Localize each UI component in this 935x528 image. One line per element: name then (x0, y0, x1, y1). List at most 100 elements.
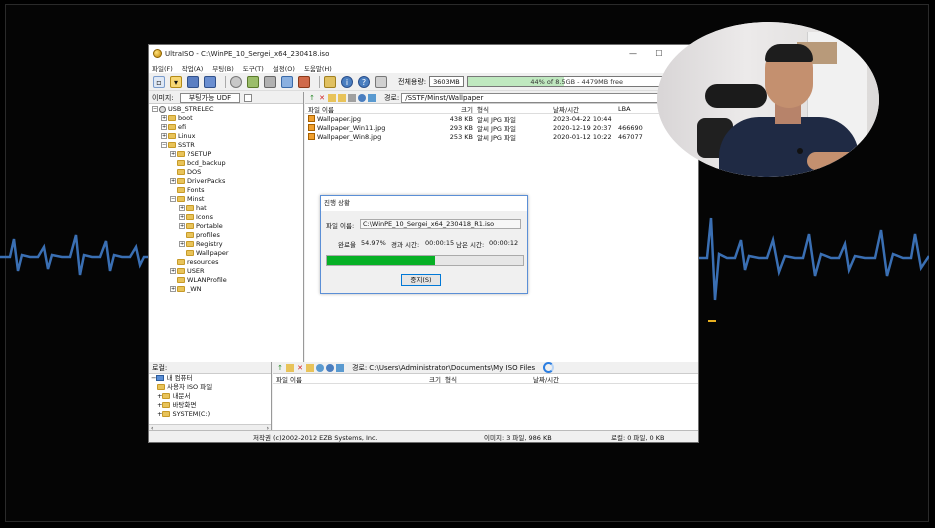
tree-node[interactable]: Wallpaper (149, 249, 303, 258)
folder-icon (177, 259, 185, 265)
tree-node[interactable]: DOS (149, 168, 303, 177)
image-properties-icon[interactable] (244, 93, 253, 102)
local-tree-node[interactable]: + 바탕화면 (149, 401, 271, 410)
burn-icon[interactable] (298, 75, 310, 88)
local-column-date[interactable]: 날짜/시간 (521, 374, 586, 384)
tree-node[interactable]: + boot (149, 114, 303, 123)
tree-node[interactable]: + USER (149, 267, 303, 276)
column-date[interactable]: 날짜/시간 (553, 104, 618, 114)
tree-node[interactable]: WLANProfile (149, 276, 303, 285)
local-new-folder-icon[interactable] (286, 363, 294, 372)
local-tree-node[interactable]: + 내문서 (149, 392, 271, 401)
collapse-icon[interactable]: − (170, 196, 176, 202)
local-view-icon[interactable] (336, 363, 344, 372)
expand-icon[interactable]: + (170, 268, 176, 274)
menu-options[interactable]: 설정(O) (273, 63, 295, 73)
local-tree-node[interactable]: − 내 컴퓨터 (149, 374, 271, 383)
tree-node[interactable]: − SSTR (149, 141, 303, 150)
dialog-progress-bar (326, 255, 524, 266)
compress-icon[interactable] (264, 75, 276, 88)
menu-file[interactable]: 파일(F) (152, 63, 173, 73)
expand-icon[interactable]: + (161, 115, 167, 121)
menu-bootable[interactable]: 부팅(B) (212, 63, 234, 73)
local-column-size[interactable]: 크기 (395, 374, 445, 384)
local-column-name[interactable]: 파일 이름 (273, 374, 395, 384)
tree-node[interactable]: + DriverPacks (149, 177, 303, 186)
column-size[interactable]: 크기 (427, 104, 477, 114)
tree-node[interactable]: + Registry (149, 240, 303, 249)
new-icon[interactable]: ▫ (153, 75, 165, 88)
title-bar: UltraISO - C:\WinPE_10_Sergei_x64_230418… (149, 45, 698, 62)
exit-icon[interactable] (375, 75, 387, 88)
open-icon[interactable]: ▾ (170, 75, 182, 88)
expand-icon[interactable]: + (179, 241, 185, 247)
local-globe-icon[interactable] (316, 363, 324, 372)
column-type[interactable]: 형식 (477, 104, 553, 114)
tree-node[interactable]: − USB_STRELEC (149, 105, 303, 114)
expand-icon[interactable]: + (170, 178, 176, 184)
expand-icon[interactable]: + (161, 124, 167, 130)
menu-tools[interactable]: 도구(T) (243, 63, 264, 73)
tree-node[interactable]: + Icons (149, 213, 303, 222)
tree-node[interactable]: + _WN (149, 285, 303, 294)
help-icon[interactable]: ? (358, 75, 370, 88)
disc-icon (159, 105, 166, 113)
info-icon[interactable]: i (341, 75, 353, 88)
add-folder-icon[interactable] (338, 93, 346, 102)
folder-icon (177, 268, 185, 274)
settings-icon[interactable] (358, 93, 366, 102)
column-name[interactable]: 파일 이름 (305, 104, 427, 114)
tree-node[interactable]: bcd_backup (149, 159, 303, 168)
tree-node[interactable]: resources (149, 258, 303, 267)
options-icon[interactable] (324, 75, 336, 88)
expand-icon[interactable]: + (170, 151, 176, 157)
tree-node[interactable]: profiles (149, 231, 303, 240)
new-folder-icon[interactable] (328, 93, 336, 102)
collapse-icon[interactable]: − (152, 106, 158, 112)
file-row[interactable]: Wallpaper_Win8.jpg 253 KB 알씨 JPG 파일 2020-01… (305, 132, 698, 142)
view-icon[interactable] (368, 93, 376, 102)
make-cd-image-icon[interactable] (247, 75, 259, 88)
stop-button[interactable]: 중지(S) (401, 274, 441, 286)
expand-icon[interactable]: + (179, 223, 185, 229)
webcam-overlay (657, 22, 879, 177)
local-tree-node[interactable]: + SYSTEM(C:) (149, 410, 271, 419)
local-settings-icon[interactable] (326, 363, 334, 372)
tree-node[interactable]: + hat (149, 204, 303, 213)
mount-icon[interactable] (281, 75, 293, 88)
tree-node[interactable]: + efi (149, 123, 303, 132)
save-as-icon[interactable] (204, 75, 216, 88)
minimize-button[interactable]: — (620, 49, 646, 58)
menu-actions[interactable]: 작업(A) (182, 63, 203, 73)
tree-node[interactable]: Fonts (149, 186, 303, 195)
local-path-field[interactable]: C:\Users\Administrator\Documents\My ISO … (369, 364, 535, 372)
tree-node[interactable]: + Portable (149, 222, 303, 231)
folder-icon (186, 232, 194, 238)
up-arrow-icon[interactable]: ↑ (308, 94, 316, 102)
folder-icon (186, 214, 194, 220)
local-column-type[interactable]: 형식 (445, 374, 521, 384)
expand-icon[interactable]: + (179, 205, 185, 211)
tree-node[interactable]: + Linux (149, 132, 303, 141)
dialog-file-label: 파일 이름: (326, 222, 355, 230)
image-format-select[interactable]: 부팅가능 UDF (179, 92, 241, 103)
local-folder-icon[interactable] (306, 363, 314, 372)
local-delete-icon[interactable]: ✕ (296, 364, 304, 372)
local-up-arrow-icon[interactable]: ↑ (276, 364, 284, 372)
menu-help[interactable]: 도움말(H) (304, 63, 332, 73)
expand-icon[interactable]: + (179, 214, 185, 220)
local-tree-node[interactable]: 사용자 ISO 파일 (149, 383, 271, 392)
file-lba: 467077 (618, 132, 643, 141)
cd-extract-icon[interactable] (230, 75, 242, 88)
expand-icon[interactable]: + (170, 286, 176, 292)
tree-node[interactable]: − Minst (149, 195, 303, 204)
tree-node[interactable]: + ?SETUP (149, 150, 303, 159)
delete-icon[interactable]: ✕ (318, 94, 326, 102)
add-file-icon[interactable] (348, 93, 356, 102)
collapse-icon[interactable]: − (161, 142, 167, 148)
image-path-field[interactable]: /SSTF/Minst/Wallpaper (401, 92, 662, 103)
column-lba[interactable]: LBA (618, 105, 658, 113)
save-icon[interactable] (187, 75, 199, 88)
expand-icon[interactable]: + (161, 133, 167, 139)
folder-icon (177, 160, 185, 166)
